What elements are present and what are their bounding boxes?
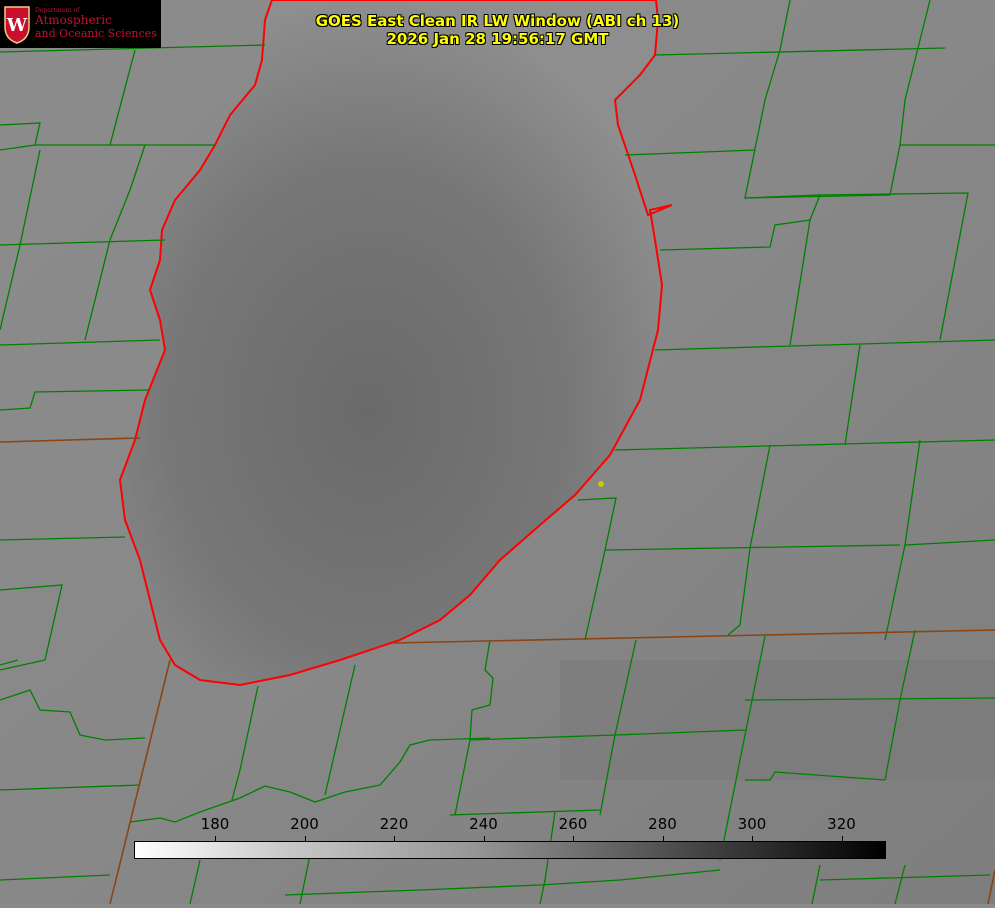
colorbar-tick-mark: [573, 836, 574, 841]
colorbar-tick-label: 320: [827, 815, 856, 833]
image-timestamp: 2026 Jan 28 19:56:17 GMT: [386, 30, 609, 48]
image-title: GOES East Clean IR LW Window (ABI ch 13): [315, 12, 680, 30]
satellite-map: [0, 0, 995, 905]
colorbar-tick-mark: [483, 836, 485, 841]
colorbar-tick-mark: [215, 836, 216, 841]
colorbar-tick-mark: [841, 836, 843, 841]
colorbar-tick-mark: [752, 836, 753, 841]
colorbar-tick-label: 240: [469, 815, 498, 833]
colorbar-tick-mark: [662, 836, 664, 841]
map-canvas: [0, 0, 995, 905]
colorbar-tick-label: 280: [648, 815, 677, 833]
colorbar-tick-label: 300: [737, 815, 767, 833]
colorbar: [134, 841, 886, 859]
colorbar-tick-label: 180: [200, 815, 230, 833]
colorbar-tick-mark: [304, 836, 306, 841]
colorbar-tick-label: 220: [379, 815, 409, 833]
colorbar-tick-label: 260: [558, 815, 588, 833]
colorbar-tick-label: 200: [290, 815, 319, 833]
colorbar-tick-mark: [394, 836, 395, 841]
cloud-band: [560, 660, 995, 780]
location-marker: [598, 481, 604, 487]
